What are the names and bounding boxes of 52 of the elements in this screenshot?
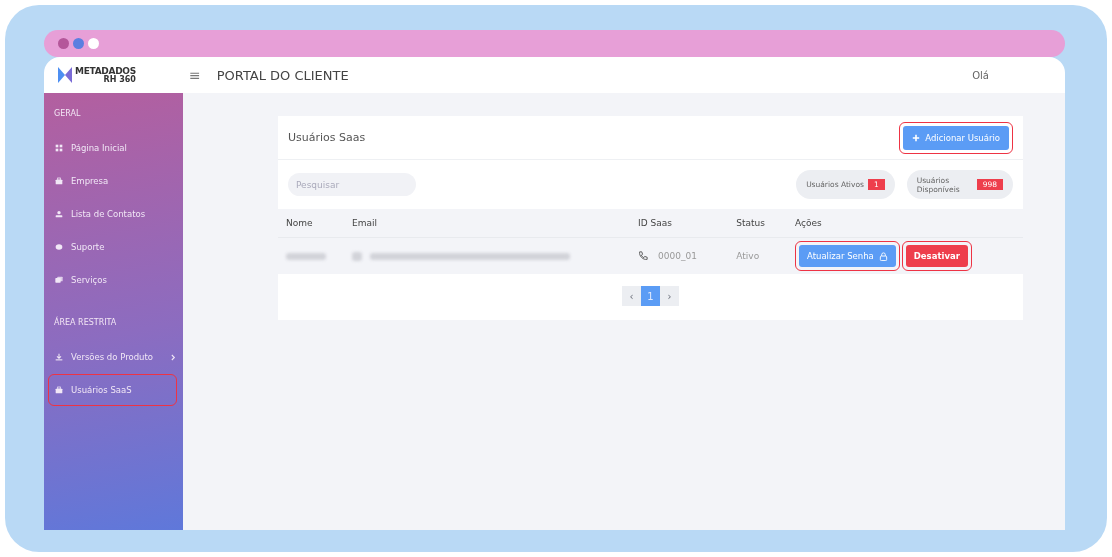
- grid-icon: [55, 144, 63, 152]
- briefcase-icon: [55, 386, 63, 394]
- sidebar-item[interactable]: Versões do Produto: [48, 341, 177, 373]
- window-dot[interactable]: [73, 38, 84, 49]
- plus-icon: [912, 133, 921, 142]
- status-text: Ativo: [736, 251, 760, 261]
- sidebar-item-label: Versões do Produto: [71, 352, 153, 362]
- deactivate-button[interactable]: Desativar: [905, 245, 968, 267]
- menu-icon[interactable]: ≡: [189, 67, 201, 83]
- window-dot[interactable]: [58, 38, 69, 49]
- sidebar-item[interactable]: Serviços: [48, 264, 177, 296]
- greeting[interactable]: Olá: [972, 69, 989, 81]
- sidebar-item-label: Serviços: [71, 275, 107, 285]
- add-user-button[interactable]: Adicionar Usuário: [903, 125, 1009, 150]
- sidebar-item[interactable]: Empresa: [48, 165, 177, 197]
- sidebar-item-label: Suporte: [71, 242, 105, 252]
- previous-page-button[interactable]: ‹: [622, 286, 641, 306]
- card-title: Usuários Saas: [288, 131, 366, 144]
- sidebar-item[interactable]: Lista de Contatos: [48, 198, 177, 230]
- sidebar-item[interactable]: Suporte: [48, 231, 177, 263]
- update-password-button[interactable]: Atualizar Senha: [799, 245, 896, 267]
- chat-icon: [55, 243, 63, 251]
- column-header: Ações: [787, 209, 1023, 238]
- sidebar-item-label: Página Inicial: [71, 143, 127, 153]
- sidebar-section-title: GERAL: [54, 109, 82, 118]
- sidebar-item-label: Lista de Contatos: [71, 209, 146, 219]
- page-title: PORTAL DO CLIENTE: [216, 67, 349, 83]
- download-icon: [55, 353, 63, 361]
- cards-icon: [55, 276, 63, 284]
- blurred-icon: [352, 251, 362, 261]
- lock-icon: [878, 251, 888, 261]
- sidebar-item-label: Empresa: [71, 176, 109, 186]
- logo-name: METADADOS: [75, 66, 136, 76]
- page-button[interactable]: 1: [641, 286, 660, 306]
- window-dot[interactable]: [88, 38, 99, 49]
- people-icon: [55, 210, 63, 218]
- briefcase-icon: [55, 177, 63, 185]
- search-field[interactable]: Pesquisar: [288, 173, 416, 196]
- id-saas: 0000_01: [658, 251, 697, 261]
- next-page-button[interactable]: ›: [660, 286, 679, 306]
- logo-subtitle: RH 360: [103, 75, 136, 84]
- blurred-name: [286, 253, 326, 260]
- column-header: Nome: [278, 209, 344, 238]
- sidebar-item[interactable]: Usuários SaaS: [48, 374, 177, 406]
- phone-icon: [638, 251, 648, 261]
- sidebar-item-label: Usuários SaaS: [71, 385, 132, 395]
- column-header: ID Saas: [630, 209, 729, 238]
- logo-icon: [58, 67, 72, 83]
- sidebar-section-title: ÁREA RESTRITA: [54, 318, 118, 327]
- column-header: Email: [344, 209, 630, 238]
- column-header: Status: [728, 209, 787, 238]
- sidebar-item[interactable]: Página Inicial: [48, 132, 177, 164]
